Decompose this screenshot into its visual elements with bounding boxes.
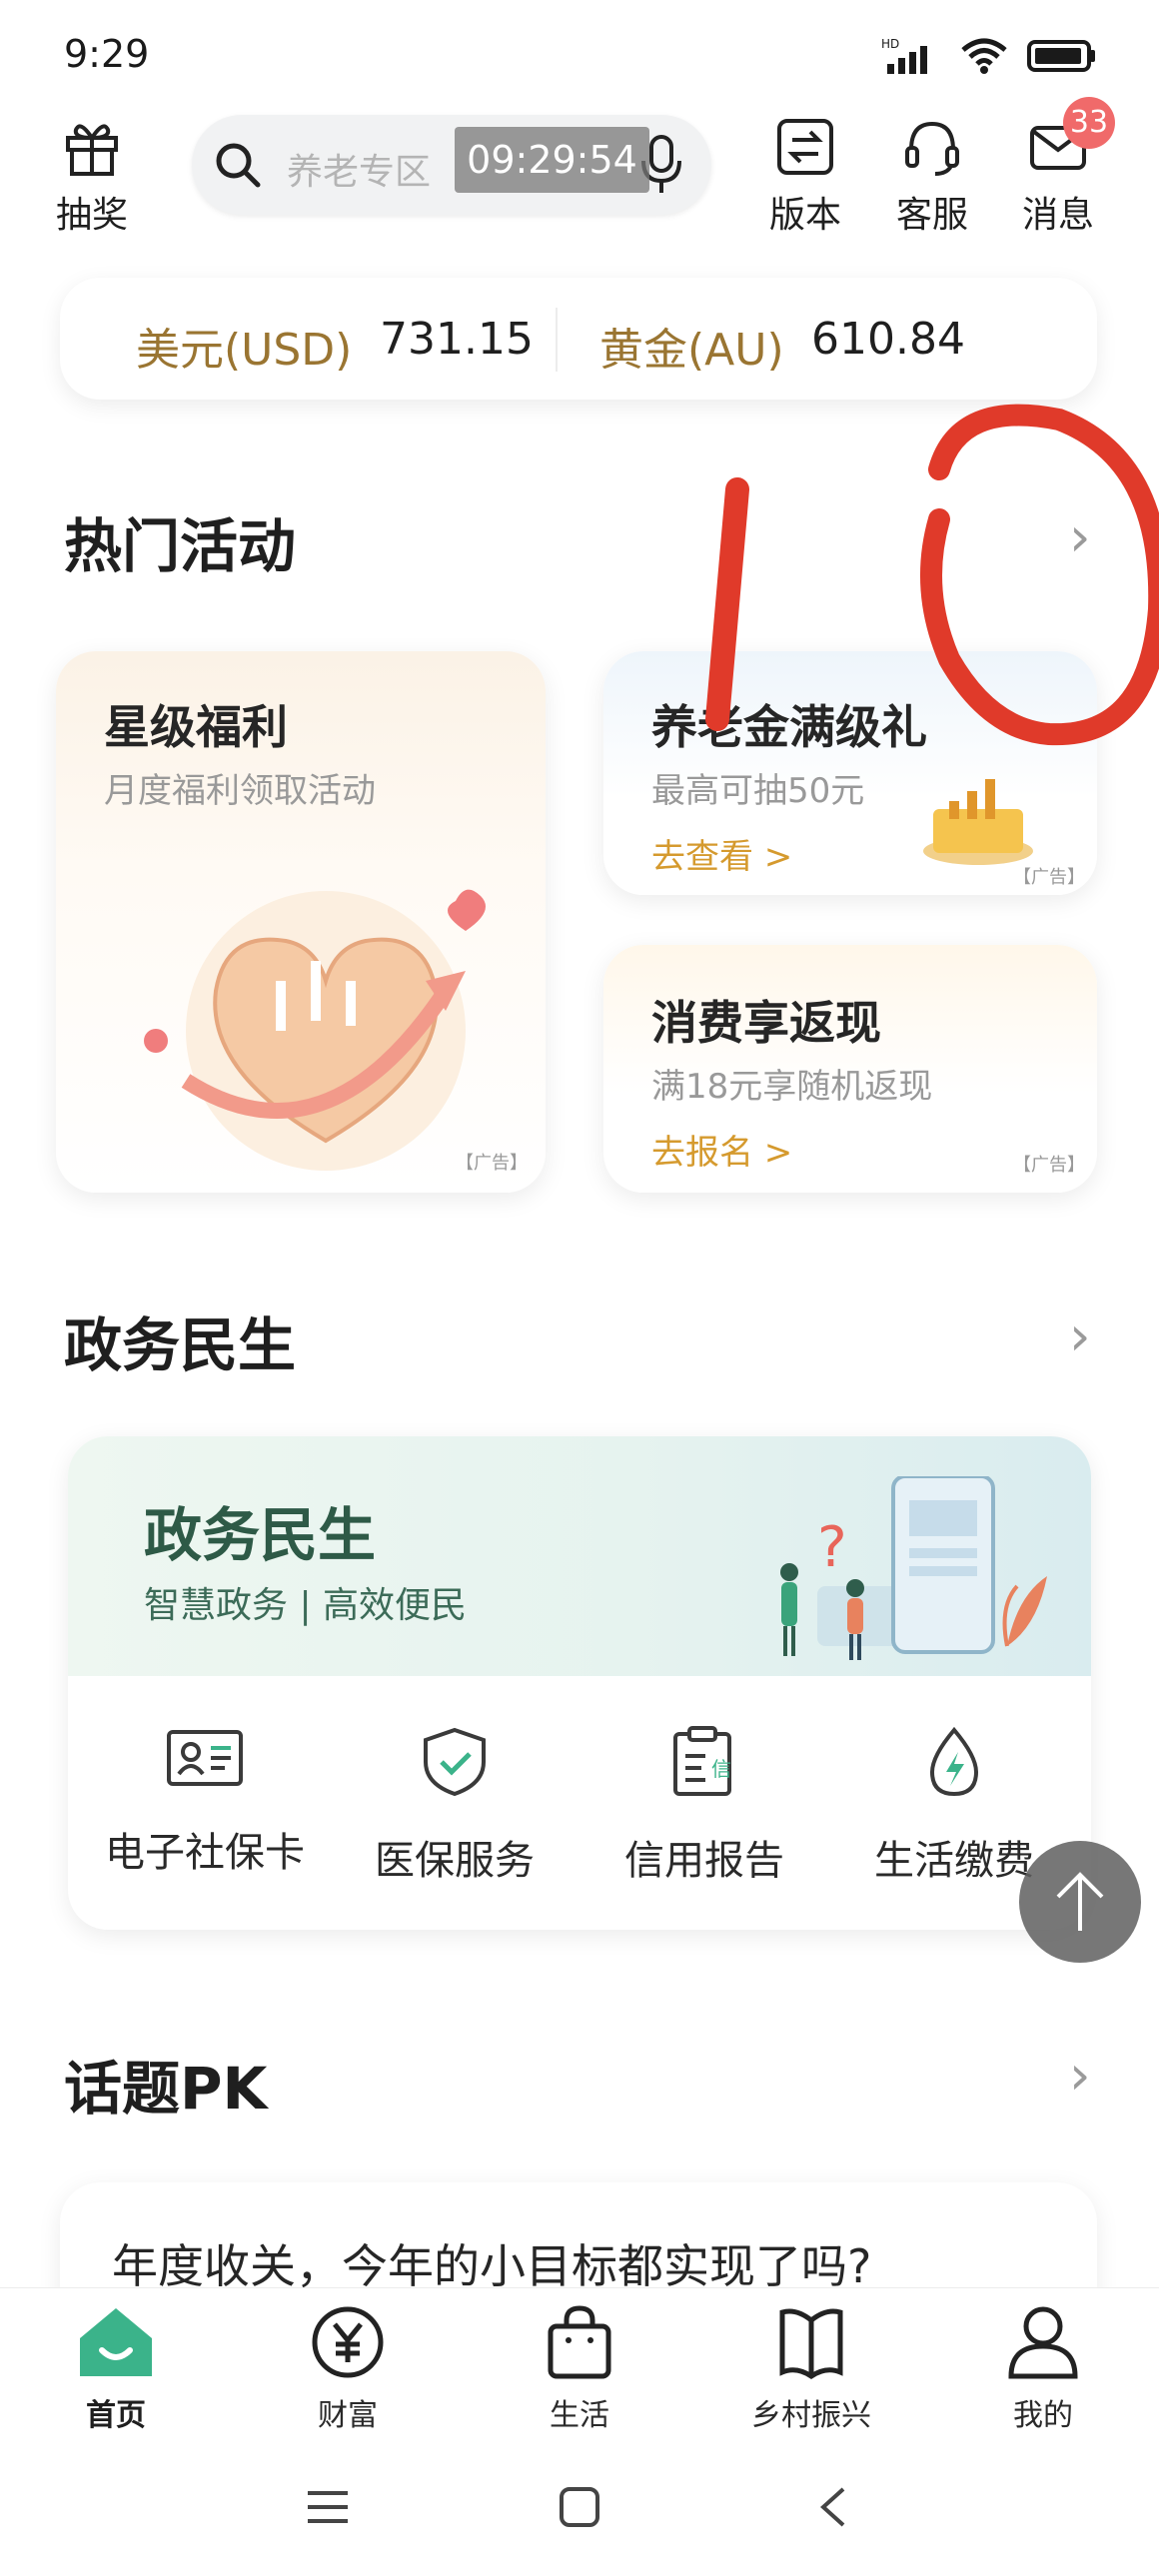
nav-label: 乡村振兴 <box>751 2398 871 2433</box>
usd-value: 731.15 <box>380 314 534 365</box>
customer-service-button[interactable]: 客服 <box>872 116 992 238</box>
svg-text:HD: HD <box>881 37 899 51</box>
search-icon <box>216 143 261 188</box>
nav-rural-revitalization[interactable]: 乡村振兴 <box>711 2304 911 2434</box>
system-nav-bar <box>0 2447 1159 2576</box>
card-cashback-title: 消费享返现 <box>651 996 881 1050</box>
shield-check-icon <box>424 1727 486 1797</box>
gold-value: 610.84 <box>811 314 965 365</box>
lottery-button[interactable]: 抽奖 <box>32 116 152 238</box>
card-star-benefits[interactable]: 星级福利 月度福利领取活动 【广告】 <box>56 651 546 1193</box>
card-cashback-subtitle: 满18元享随机返现 <box>651 1067 933 1107</box>
gold-name: 黄金(AU) <box>599 325 784 376</box>
nav-mine[interactable]: 我的 <box>943 2304 1143 2434</box>
search-placeholder: 养老专区 <box>287 152 432 193</box>
card-cashback-action[interactable]: 去报名 > <box>651 1125 792 1174</box>
card-pension-gift[interactable]: 养老金满级礼 最高可抽50元 去查看 > 【广告】 <box>603 651 1097 895</box>
customer-service-label: 客服 <box>895 195 968 236</box>
nav-label: 生活 <box>550 2398 609 2433</box>
service-label: 医保服务 <box>375 1838 535 1884</box>
gov-banner-title: 政务民生 <box>144 1501 377 1569</box>
version-label: 版本 <box>768 195 841 236</box>
bottom-nav: 首页 财富 生活 乡村振兴 我的 <box>0 2287 1159 2448</box>
nav-wealth[interactable]: 财富 <box>248 2304 448 2434</box>
home-icon <box>80 2308 152 2376</box>
gov-banner-subtitle: 智慧政务 | 高效便民 <box>144 1585 468 1626</box>
topic-section-title: 话题PK <box>64 2055 268 2123</box>
gov-illustration-icon: ? <box>780 1476 1047 1660</box>
svg-text:信: 信 <box>711 1757 731 1781</box>
hot-activities-more-icon[interactable]: › <box>1069 505 1091 568</box>
book-icon <box>779 2308 843 2380</box>
card-star-ad: 【广告】 <box>456 1153 528 1174</box>
card-pension-title: 养老金满级礼 <box>651 700 927 754</box>
person-icon <box>1008 2306 1078 2379</box>
rate-divider <box>556 308 558 372</box>
battery-icon <box>1027 38 1097 78</box>
usd-name: 美元(USD) <box>136 325 353 376</box>
bag-icon <box>548 2305 611 2379</box>
service-credit-report[interactable]: 信 信用报告 <box>580 1726 829 1886</box>
clipboard-credit-icon: 信 <box>673 1726 731 1796</box>
menu-icon[interactable] <box>306 2487 350 2527</box>
card-pension-ad: 【广告】 <box>1013 867 1085 888</box>
yuan-icon <box>312 2306 384 2378</box>
messages-badge: 33 <box>1063 97 1115 149</box>
wifi-icon <box>959 36 1009 80</box>
svg-text:?: ? <box>817 1515 847 1580</box>
nav-label: 首页 <box>86 2398 146 2433</box>
clock-overlay: 09:29:54 <box>455 127 649 193</box>
card-cashback-ad: 【广告】 <box>1013 1155 1085 1176</box>
signal-icon: HD <box>881 36 941 80</box>
service-label: 电子社保卡 <box>105 1830 305 1876</box>
gov-card: 政务民生 智慧政务 | 高效便民 ? 电子社保卡 医保服务 信 信用报告 生活缴… <box>68 1436 1091 1930</box>
gov-section-title: 政务民生 <box>64 1311 297 1379</box>
hot-activities-title: 热门活动 <box>64 512 297 580</box>
service-label: 信用报告 <box>624 1838 784 1884</box>
nav-label: 我的 <box>1013 2398 1073 2433</box>
gold-chart-illustration-icon <box>923 779 1033 865</box>
status-time: 9:29 <box>64 32 150 76</box>
gov-banner[interactable]: 政务民生 智慧政务 | 高效便民 ? <box>68 1436 1091 1676</box>
nav-home[interactable]: 首页 <box>16 2304 216 2434</box>
gift-icon <box>66 124 118 176</box>
card-pension-action[interactable]: 去查看 > <box>651 829 792 878</box>
topic-more-icon[interactable]: › <box>1069 2044 1091 2107</box>
home-square-icon[interactable] <box>558 2485 601 2529</box>
exchange-rates-card[interactable]: 美元(USD) 731.15 黄金(AU) 610.84 <box>60 278 1097 400</box>
switch-version-icon <box>777 119 833 175</box>
service-medical-insurance[interactable]: 医保服务 <box>330 1726 580 1886</box>
id-card-icon <box>167 1730 243 1786</box>
status-icons: HD <box>881 36 1097 80</box>
service-social-security-card[interactable]: 电子社保卡 <box>80 1726 330 1878</box>
card-star-subtitle: 月度福利领取活动 <box>104 771 376 811</box>
version-button[interactable]: 版本 <box>745 116 865 238</box>
headset-icon <box>905 121 959 176</box>
back-icon[interactable] <box>815 2485 849 2529</box>
card-cashback[interactable]: 消费享返现 满18元享随机返现 去报名 > 【广告】 <box>603 945 1097 1193</box>
gov-more-icon[interactable]: › <box>1069 1304 1091 1367</box>
nav-life[interactable]: 生活 <box>480 2304 679 2434</box>
card-star-title: 星级福利 <box>104 700 288 754</box>
nav-label: 财富 <box>318 2398 378 2433</box>
drop-bolt-icon <box>929 1726 979 1797</box>
scroll-to-top-button[interactable] <box>1019 1841 1141 1963</box>
heart-illustration-icon <box>144 889 486 1171</box>
lottery-label: 抽奖 <box>55 195 128 236</box>
arrow-up-icon <box>1056 1872 1104 1931</box>
card-pension-subtitle: 最高可抽50元 <box>651 771 865 811</box>
messages-label: 消息 <box>1021 195 1094 236</box>
